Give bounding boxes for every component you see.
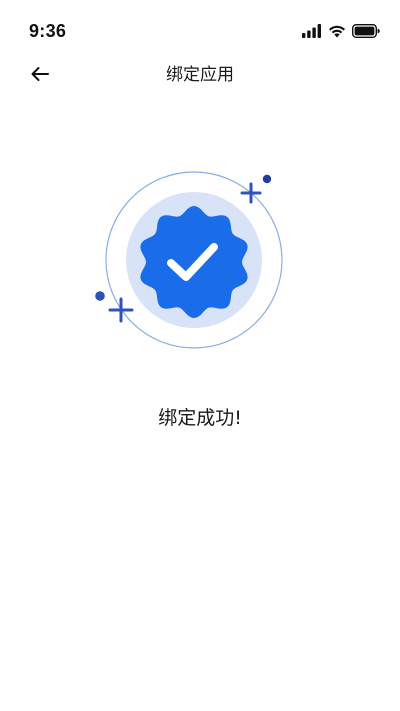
wifi-icon [328,24,346,38]
signal-icon [302,24,322,38]
status-time: 9:36 [29,21,67,41]
status-icons [302,22,380,40]
sparkle-dot-top-icon [262,174,272,184]
battery-icon [352,24,380,38]
success-message: 绑定成功! [158,407,242,429]
sparkle-dot-bottom-icon [95,291,105,301]
page-title: 绑定应用 [166,65,234,85]
status-bar: 9:36 [0,0,400,60]
sparkle-plus-bottom-icon [108,297,134,323]
nav-bar: 绑定应用 [0,52,400,98]
success-illustration [80,160,300,360]
